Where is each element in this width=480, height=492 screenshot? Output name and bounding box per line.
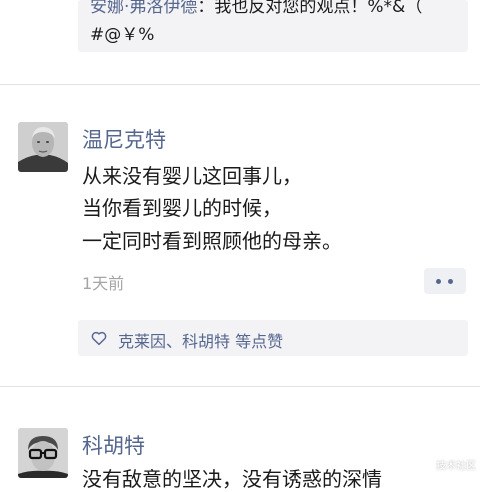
post-author-name[interactable]: 温尼克特: [82, 124, 166, 154]
post-text-line: 没有敌意的坚决，没有诱惑的深情: [82, 467, 382, 491]
watermark: 技术社区: [436, 461, 476, 472]
more-dot-icon: [436, 278, 441, 284]
previous-comment-line2: #@￥%: [90, 25, 155, 45]
likes-box: 克莱因、科胡特 等点赞: [78, 320, 468, 356]
likes-text: 克莱因、科胡特 等点赞: [118, 328, 283, 352]
divider: [0, 386, 480, 387]
heart-icon: [91, 331, 107, 346]
likes-names[interactable]: 克莱因、科胡特: [118, 332, 230, 351]
post-text-line: 一定同时看到照顾他的母亲。: [82, 229, 342, 253]
previous-comment-text: 我也反对您的观点！%*&（: [214, 0, 423, 17]
post-author-name[interactable]: 科胡特: [82, 430, 145, 460]
more-dot-icon: [448, 278, 453, 284]
likes-suffix: 等点赞: [230, 332, 284, 351]
avatar[interactable]: [18, 122, 68, 172]
more-options-button[interactable]: [424, 268, 466, 294]
post-text-line: 从来没有婴儿这回事儿，: [82, 164, 302, 188]
divider: [0, 84, 480, 85]
previous-comment-box: 安娜·弗洛伊德：我也反对您的观点！%*&（ #@￥%: [78, 0, 468, 52]
avatar[interactable]: [18, 428, 68, 478]
post-timestamp: 1天前: [82, 274, 125, 293]
post-text-line: 当你看到婴儿的时候，: [82, 196, 282, 220]
previous-comment-line1: 安娜·弗洛伊德：我也反对您的观点！%*&（: [90, 0, 422, 17]
previous-comment-author[interactable]: 安娜·弗洛伊德: [90, 0, 197, 17]
previous-comment-separator: ：: [197, 0, 215, 17]
